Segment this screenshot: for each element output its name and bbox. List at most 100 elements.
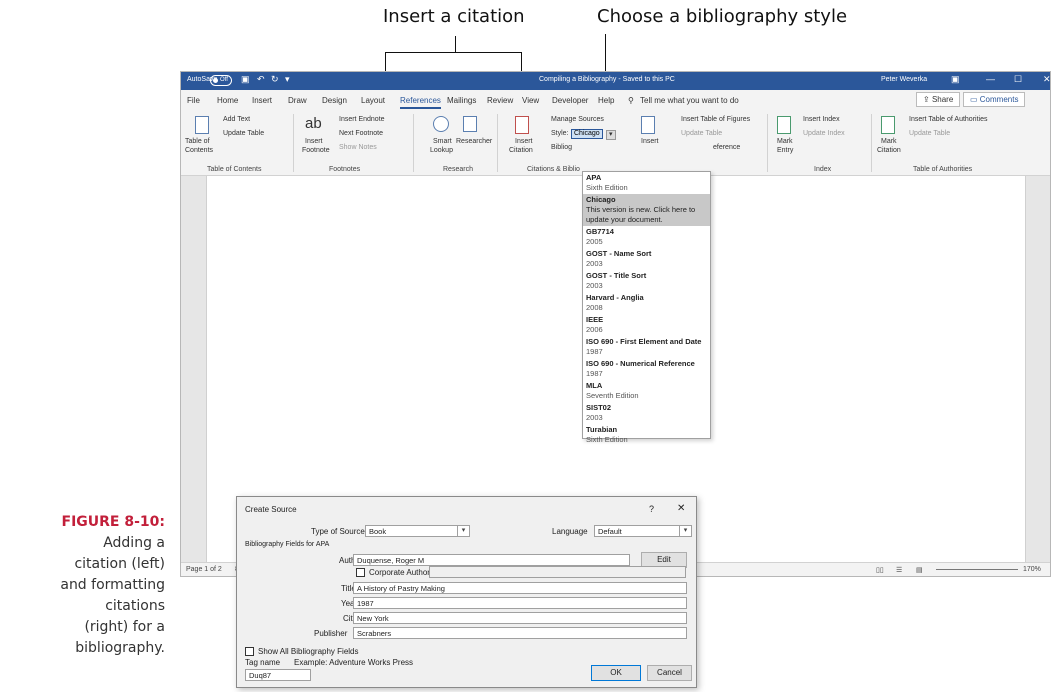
toc-label-1[interactable]: Table of <box>185 138 210 146</box>
tab-home[interactable]: Home <box>217 96 238 105</box>
comments-button[interactable]: ▭ Comments <box>963 92 1026 107</box>
insert-citation-icon[interactable] <box>515 116 529 134</box>
redo-icon[interactable]: ↻ <box>271 74 279 85</box>
style-option-turabian[interactable]: Turabian Sixth Edition <box>583 424 710 446</box>
insert-caption-icon[interactable] <box>641 116 655 134</box>
read-mode-icon[interactable]: ▯▯ <box>876 566 884 574</box>
close-icon[interactable]: ✕ <box>677 503 685 514</box>
ribbon-display-icon[interactable]: ▣ <box>951 74 960 85</box>
table-of-contents-icon[interactable] <box>195 116 209 134</box>
zoom-level[interactable]: 170% <box>1023 566 1041 573</box>
mark-entry-icon[interactable] <box>777 116 791 134</box>
show-notes-button[interactable]: Show Notes <box>339 144 377 152</box>
researcher-icon[interactable] <box>463 116 477 132</box>
update-table-button[interactable]: Update Table <box>223 130 264 138</box>
year-field[interactable]: 1987 <box>353 597 687 609</box>
tab-view[interactable]: View <box>522 96 539 105</box>
share-button[interactable]: ⇪ Share <box>916 92 961 107</box>
smart-lookup-label-1[interactable]: Smart <box>433 138 452 146</box>
save-icon[interactable]: ▣ <box>241 74 250 85</box>
tab-review[interactable]: Review <box>487 96 513 105</box>
insert-table-of-authorities-button[interactable]: Insert Table of Authorities <box>909 116 987 124</box>
show-all-fields-checkbox[interactable] <box>245 647 254 656</box>
group-footnotes: Footnotes <box>329 166 361 173</box>
user-name[interactable]: Peter Weverka <box>881 76 927 83</box>
title-field[interactable]: A History of Pastry Making <box>353 582 687 594</box>
smart-lookup-icon[interactable] <box>433 116 449 132</box>
bibliography-style-select[interactable]: Chicago <box>571 129 603 139</box>
add-text-button[interactable]: Add Text <box>223 116 250 124</box>
footnote-ab-icon[interactable]: ab <box>305 116 322 132</box>
style-option-chicago[interactable]: Chicago This version is new. Click here t… <box>583 194 710 226</box>
customize-icon[interactable]: ▾ <box>285 74 290 85</box>
insert-table-of-figures-button[interactable]: Insert Table of Figures <box>681 116 750 124</box>
cross-reference-button[interactable]: eference <box>713 144 740 152</box>
insert-citation-label-2[interactable]: Citation <box>509 147 533 155</box>
update-table-authorities-button[interactable]: Update Table <box>909 130 950 138</box>
tab-mailings[interactable]: Mailings <box>447 96 476 105</box>
tab-references[interactable]: References <box>400 96 441 109</box>
insert-index-button[interactable]: Insert Index <box>803 116 840 124</box>
print-layout-icon[interactable]: ☰ <box>896 566 902 574</box>
author-field[interactable]: Duquense, Roger M <box>353 554 630 566</box>
style-option-gost-title[interactable]: GOST - Title Sort 2003 <box>583 270 710 292</box>
page-count[interactable]: Page 1 of 2 <box>186 566 222 573</box>
tab-developer[interactable]: Developer <box>552 96 588 105</box>
chevron-down-icon[interactable]: ▾ <box>606 130 616 140</box>
corporate-author-checkbox[interactable] <box>356 568 365 577</box>
researcher-label[interactable]: Researcher <box>456 138 492 146</box>
style-option-name: MLA <box>586 381 603 390</box>
insert-citation-label-1[interactable]: Insert <box>515 138 533 146</box>
style-option-gost-name[interactable]: GOST - Name Sort 2003 <box>583 248 710 270</box>
undo-icon[interactable]: ↶ <box>257 74 265 85</box>
web-layout-icon[interactable]: ▤ <box>916 566 923 574</box>
insert-footnote-label-2[interactable]: Footnote <box>302 147 330 155</box>
manage-sources-button[interactable]: Manage Sources <box>551 116 604 124</box>
style-option-harvard[interactable]: Harvard - Anglia 2008 <box>583 292 710 314</box>
close-icon[interactable]: ✕ <box>1043 74 1051 85</box>
ok-button[interactable]: OK <box>591 665 641 681</box>
style-option-sist02[interactable]: SIST02 2003 <box>583 402 710 424</box>
mark-citation-label-1[interactable]: Mark <box>881 138 897 146</box>
style-option-apa[interactable]: APA Sixth Edition <box>583 172 710 194</box>
smart-lookup-label-2[interactable]: Lookup <box>430 147 453 155</box>
publisher-field[interactable]: Scrabners <box>353 627 687 639</box>
help-button[interactable]: ? <box>649 504 654 514</box>
corporate-author-field[interactable] <box>429 566 686 578</box>
tab-draw[interactable]: Draw <box>288 96 307 105</box>
insert-endnote-button[interactable]: Insert Endnote <box>339 116 385 124</box>
mark-entry-label-2[interactable]: Entry <box>777 147 793 155</box>
style-option-gb7714[interactable]: GB7714 2005 <box>583 226 710 248</box>
minimize-icon[interactable]: — <box>986 74 995 84</box>
update-index-button[interactable]: Update Index <box>803 130 845 138</box>
tab-design[interactable]: Design <box>322 96 347 105</box>
tab-file[interactable]: File <box>187 96 200 105</box>
tab-help[interactable]: Help <box>598 96 614 105</box>
tab-layout[interactable]: Layout <box>361 96 385 105</box>
style-option-iso690-numerical[interactable]: ISO 690 - Numerical Reference 1987 <box>583 358 710 380</box>
mark-citation-label-2[interactable]: Citation <box>877 147 901 155</box>
tag-name-field[interactable]: Duq87 <box>245 669 311 681</box>
city-field[interactable]: New York <box>353 612 687 624</box>
toc-label-2[interactable]: Contents <box>185 147 213 155</box>
mark-entry-label-1[interactable]: Mark <box>777 138 793 146</box>
language-select[interactable]: Default ▾ <box>594 525 692 537</box>
style-option-iso690-first[interactable]: ISO 690 - First Element and Date 1987 <box>583 336 710 358</box>
tell-me-search[interactable]: Tell me what you want to do <box>640 96 739 105</box>
zoom-slider[interactable] <box>936 569 1018 570</box>
autosave-toggle[interactable]: Off <box>210 75 232 86</box>
update-table-figures-button[interactable]: Update Table <box>681 130 722 138</box>
search-icon[interactable]: ⚲ <box>628 96 634 105</box>
bibliography-button[interactable]: Bibliog <box>551 144 572 152</box>
style-option-edition: 2003 <box>586 281 603 290</box>
tab-insert[interactable]: Insert <box>252 96 272 105</box>
insert-caption-label[interactable]: Insert <box>641 138 659 146</box>
mark-citation-icon[interactable] <box>881 116 895 134</box>
insert-footnote-label-1[interactable]: Insert <box>305 138 323 146</box>
type-of-source-select[interactable]: Book ▾ <box>365 525 470 537</box>
next-footnote-button[interactable]: Next Footnote <box>339 130 383 138</box>
style-option-mla[interactable]: MLA Seventh Edition <box>583 380 710 402</box>
style-option-ieee[interactable]: IEEE 2006 <box>583 314 710 336</box>
maximize-icon[interactable]: ☐ <box>1014 74 1022 85</box>
cancel-button[interactable]: Cancel <box>647 665 692 681</box>
